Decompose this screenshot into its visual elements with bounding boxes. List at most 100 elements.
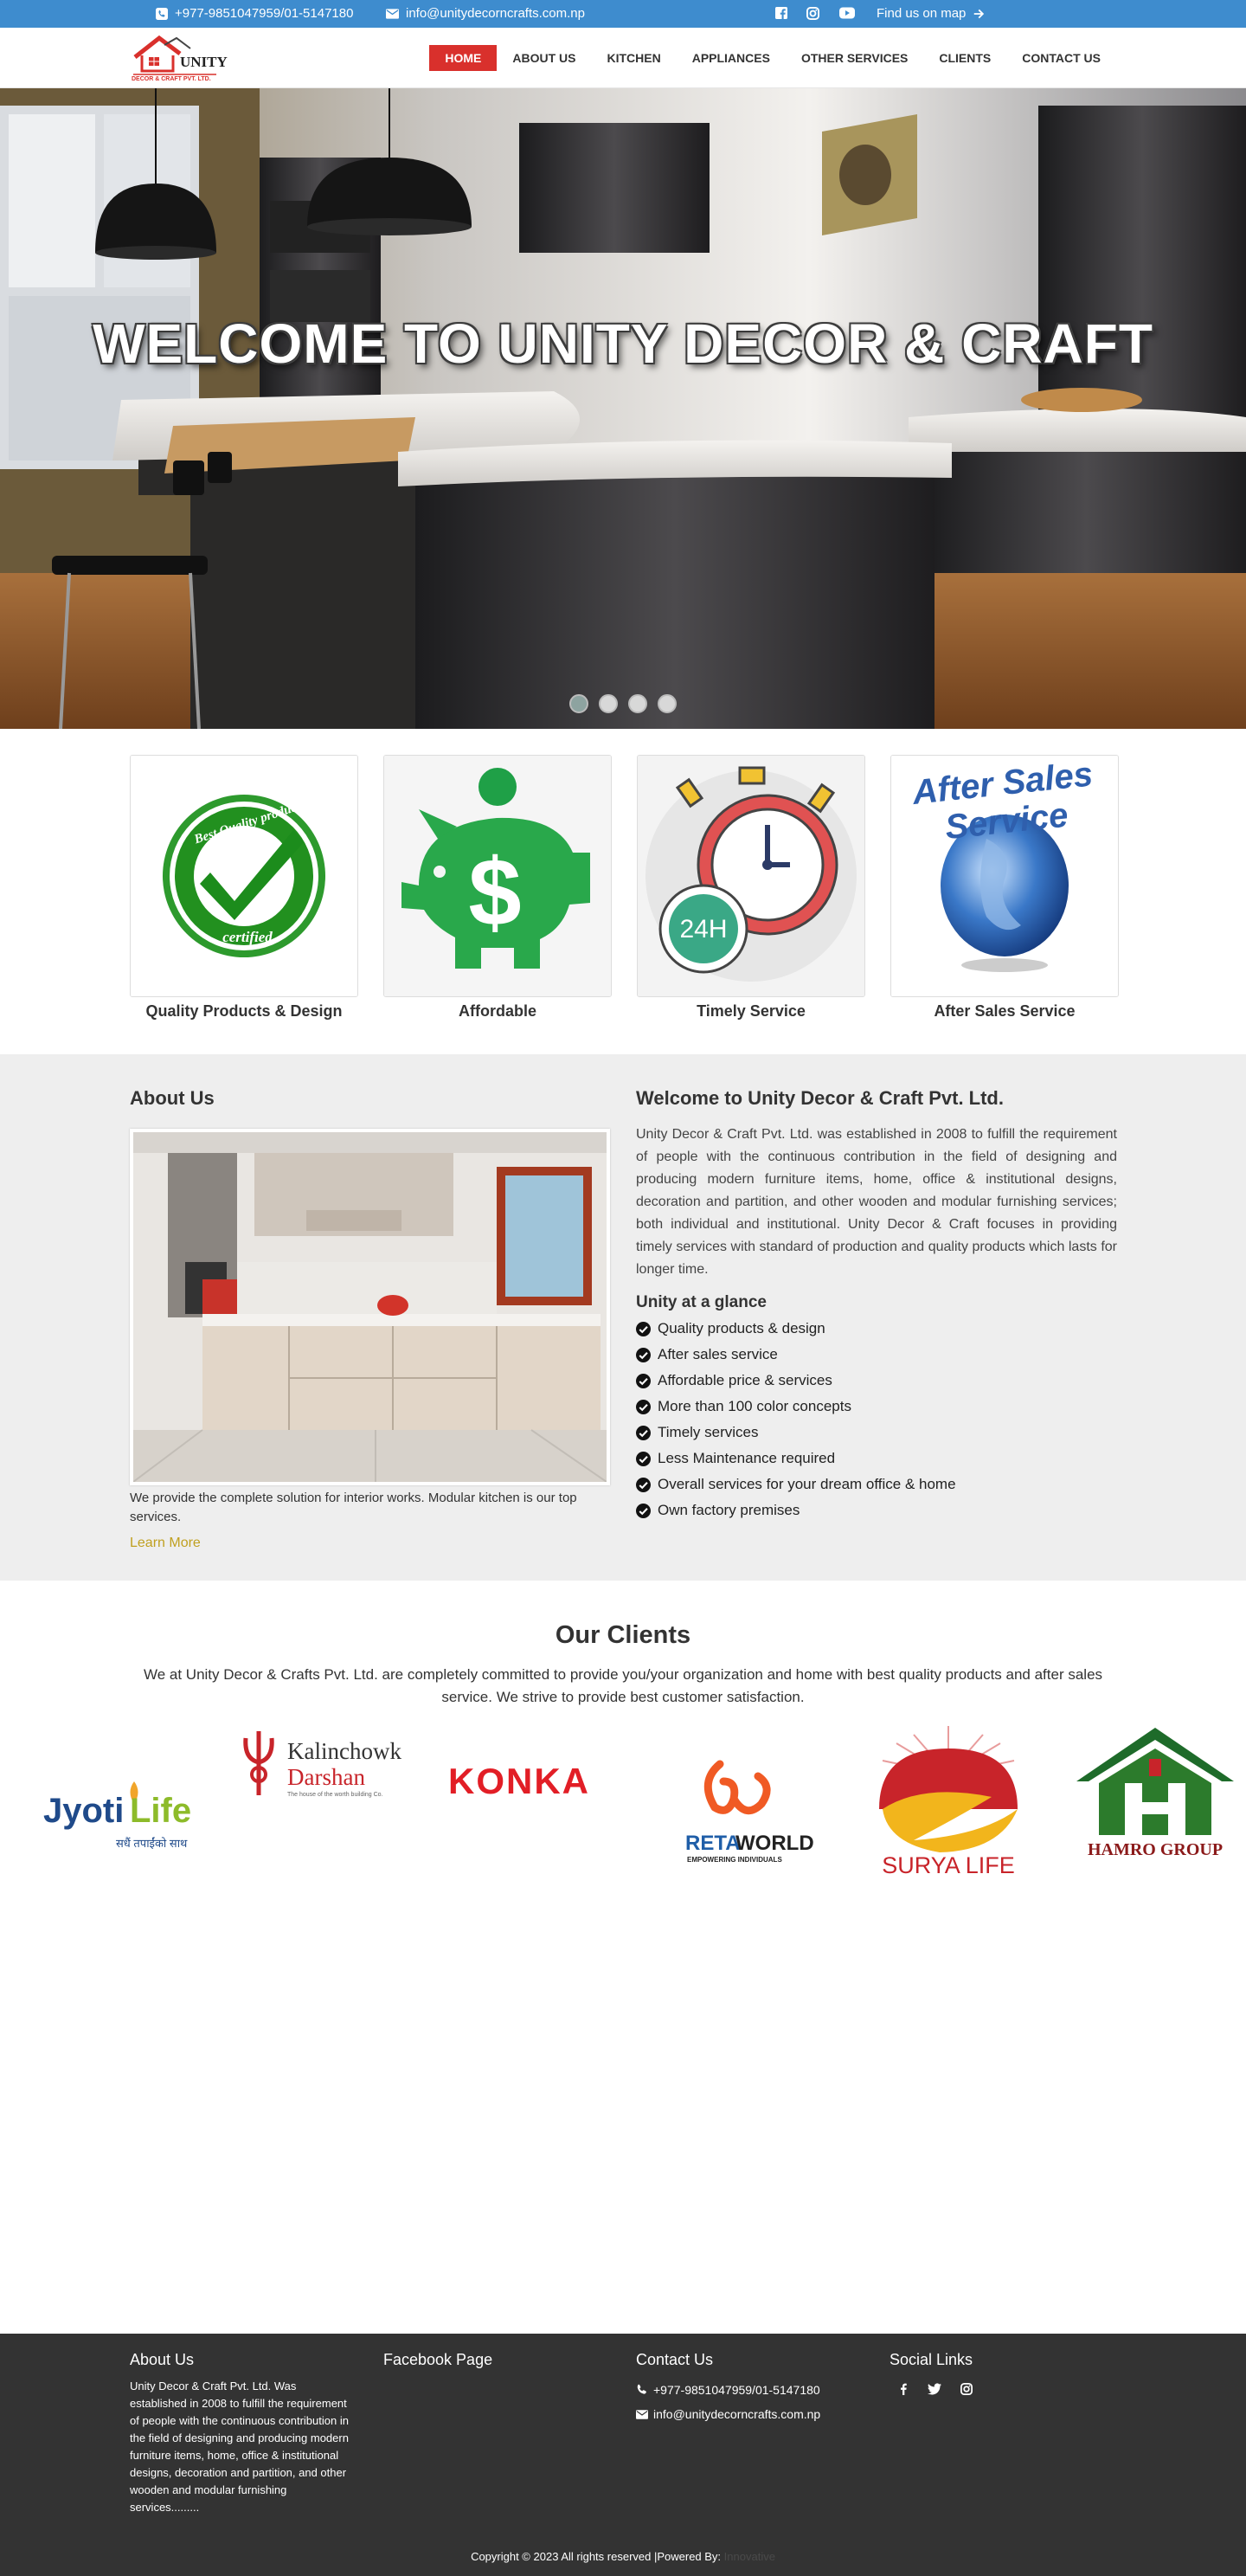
jyoti-name-1: Jyoti [43,1792,125,1830]
slider-dot-2[interactable] [599,694,618,713]
feature-affordable[interactable]: $ Affordable [383,755,612,1021]
jyoti-tagline: सधैं तपाईंको साथ [116,1837,188,1850]
glance-item-text: Quality products & design [658,1320,825,1336]
badge-24h: 24H [679,915,728,943]
topbar-facebook[interactable] [775,7,787,19]
topbar-email[interactable]: info@unitydecorncrafts.com.np [386,6,585,21]
client-logo-surya-life[interactable]: SURYA LIFE [862,1723,1035,1896]
instagram-icon[interactable] [960,2383,973,2395]
glance-item-text: Own factory premises [658,1502,800,1518]
check-circle-icon [636,1373,651,1388]
footer-facebook-column: Facebook Page [383,2351,492,2369]
kalinchowk-tagline: The house of the worth building Co. [287,1792,383,1798]
facebook-icon[interactable] [898,2383,909,2395]
logo-subtitle: DECOR & CRAFT PVT. LTD. [132,76,211,82]
reta-tagline: EMPOWERING INDIVIDUALS [687,1856,782,1864]
phone-icon [156,7,168,20]
slider-dot-3[interactable] [628,694,647,713]
glance-item-text: Less Maintenance required [658,1450,836,1466]
footer-about-column: About Us Unity Decor & Craft Pvt. Ltd. W… [130,2351,355,2516]
welcome-text: Unity Decor & Craft Pvt. Ltd. was establ… [636,1127,1117,1277]
footer-facebook-heading: Facebook Page [383,2351,493,2368]
client-logo-konka[interactable]: KONKA [448,1723,621,1896]
clients-heading: Our Clients [555,1621,691,1649]
glance-item-text: Timely services [658,1424,759,1440]
check-circle-icon [636,1321,651,1336]
jyoti-name-2: Life [130,1792,192,1830]
powered-by-link[interactable]: Innovative [724,2550,775,2563]
client-logo-jyoti-life[interactable]: Jyoti Life सधैं तपाईंको साथ [38,1723,202,1896]
list-item: Overall services for your dream office &… [636,1472,1117,1497]
feature-after-sales-caption: After Sales Service [934,1002,1076,1020]
twitter-icon[interactable] [928,2383,941,2395]
nav-home[interactable]: HOME [429,45,498,71]
find-on-map-link[interactable]: Find us on map [877,6,985,21]
footer-email-text: info@unitydecorncrafts.com.np [653,2407,821,2421]
copyright: Copyright © 2023 All rights reserved |Po… [0,2550,1246,2563]
find-on-map-label: Find us on map [877,6,967,21]
nav-about-us[interactable]: ABOUT US [497,45,591,71]
feature-timely-image: 24H [637,755,865,997]
hamro-house-icon [1076,1728,1234,1835]
footer-email[interactable]: info@unitydecorncrafts.com.np [636,2407,820,2421]
svg-text:$: $ [468,840,521,946]
slider-dot-1[interactable] [569,694,588,713]
features-section: Best Quality product certified Quality P… [130,755,1119,1032]
nav-other-services[interactable]: OTHER SERVICES [786,45,923,71]
feature-after-sales[interactable]: After Sales Service After Sales Service [890,755,1119,1021]
phone-icon [637,2384,646,2394]
feature-quality-image: Best Quality product certified [130,755,358,997]
check-circle-icon [636,1477,651,1492]
clients-text: We at Unity Decor & Crafts Pvt. Ltd. are… [143,1666,1103,1705]
kalinchowk-name-1: Kalinchowk [287,1738,401,1764]
surya-sun-icon [879,1726,1018,1852]
client-logo-hamro-group[interactable]: HAMRO GROUP [1073,1723,1246,1896]
list-item: Timely services [636,1420,1117,1446]
envelope-icon [636,2409,648,2419]
topbar-phone[interactable]: +977-9851047959/01-5147180 [156,6,353,21]
logo-brand: UNITY [180,54,228,70]
client-logo-reta-world[interactable]: RETA WORLD EMPOWERING INDIVIDUALS [675,1723,814,1896]
surya-name: SURYA LIFE [882,1852,1015,1878]
reta-name-2: WORLD [735,1832,814,1855]
badge-bottom-text: certified [222,929,273,945]
check-circle-icon [636,1425,651,1440]
piggy-bank-icon: $ [384,756,611,996]
nav-kitchen[interactable]: KITCHEN [591,45,676,71]
glance-heading: Unity at a glance [636,1293,767,1311]
youtube-icon [839,7,855,19]
about-kitchen-image [130,1129,610,1485]
nav-clients[interactable]: CLIENTS [923,45,1006,71]
check-circle-icon [636,1451,651,1466]
glance-item-text: Overall services for your dream office &… [658,1476,956,1492]
feature-quality-caption: Quality Products & Design [145,1002,343,1020]
reta-name-1: RETA [685,1832,741,1855]
feature-timely[interactable]: 24H Timely Service [637,755,865,1021]
kalinchowk-name-2: Darshan [287,1764,365,1790]
top-bar: +977-9851047959/01-5147180 info@unitydec… [0,0,1246,28]
client-logo-kalinchowk[interactable]: Kalinchowk Darshan The house of the wort… [239,1723,421,1896]
footer-about-heading: About Us [130,2351,195,2368]
reta-swirl-icon [703,1760,771,1815]
list-item: Less Maintenance required [636,1446,1117,1472]
hero-slider[interactable]: WELCOME TO UNITY DECOR & CRAFT [0,88,1246,729]
konka-name: KONKA [448,1761,590,1801]
nav-contact-us[interactable]: CONTACT US [1006,45,1116,71]
main-nav: HOME ABOUT US KITCHEN APPLIANCES OTHER S… [429,45,1116,71]
topbar-youtube[interactable] [839,7,855,19]
learn-more-link[interactable]: Learn More [130,1536,201,1551]
footer-contact-column: Contact Us +977-9851047959/01-5147180 in… [636,2351,820,2421]
glance-item-text: More than 100 color concepts [658,1398,851,1414]
list-item: After sales service [636,1342,1117,1368]
trident-icon [243,1731,274,1795]
check-circle-icon [636,1347,651,1362]
nav-appliances[interactable]: APPLIANCES [677,45,786,71]
feature-quality[interactable]: Best Quality product certified Quality P… [130,755,358,1021]
topbar-email-text: info@unitydecorncrafts.com.np [406,6,585,21]
footer-phone[interactable]: +977-9851047959/01-5147180 [636,2383,820,2397]
site-logo[interactable]: UNITY DECOR & CRAFT PVT. LTD. [130,33,228,85]
slider-dot-4[interactable] [658,694,677,713]
footer-about-text: Unity Decor & Craft Pvt. Ltd. Was establ… [130,2380,349,2514]
feature-affordable-image: $ [383,755,612,997]
topbar-instagram[interactable] [806,7,819,20]
